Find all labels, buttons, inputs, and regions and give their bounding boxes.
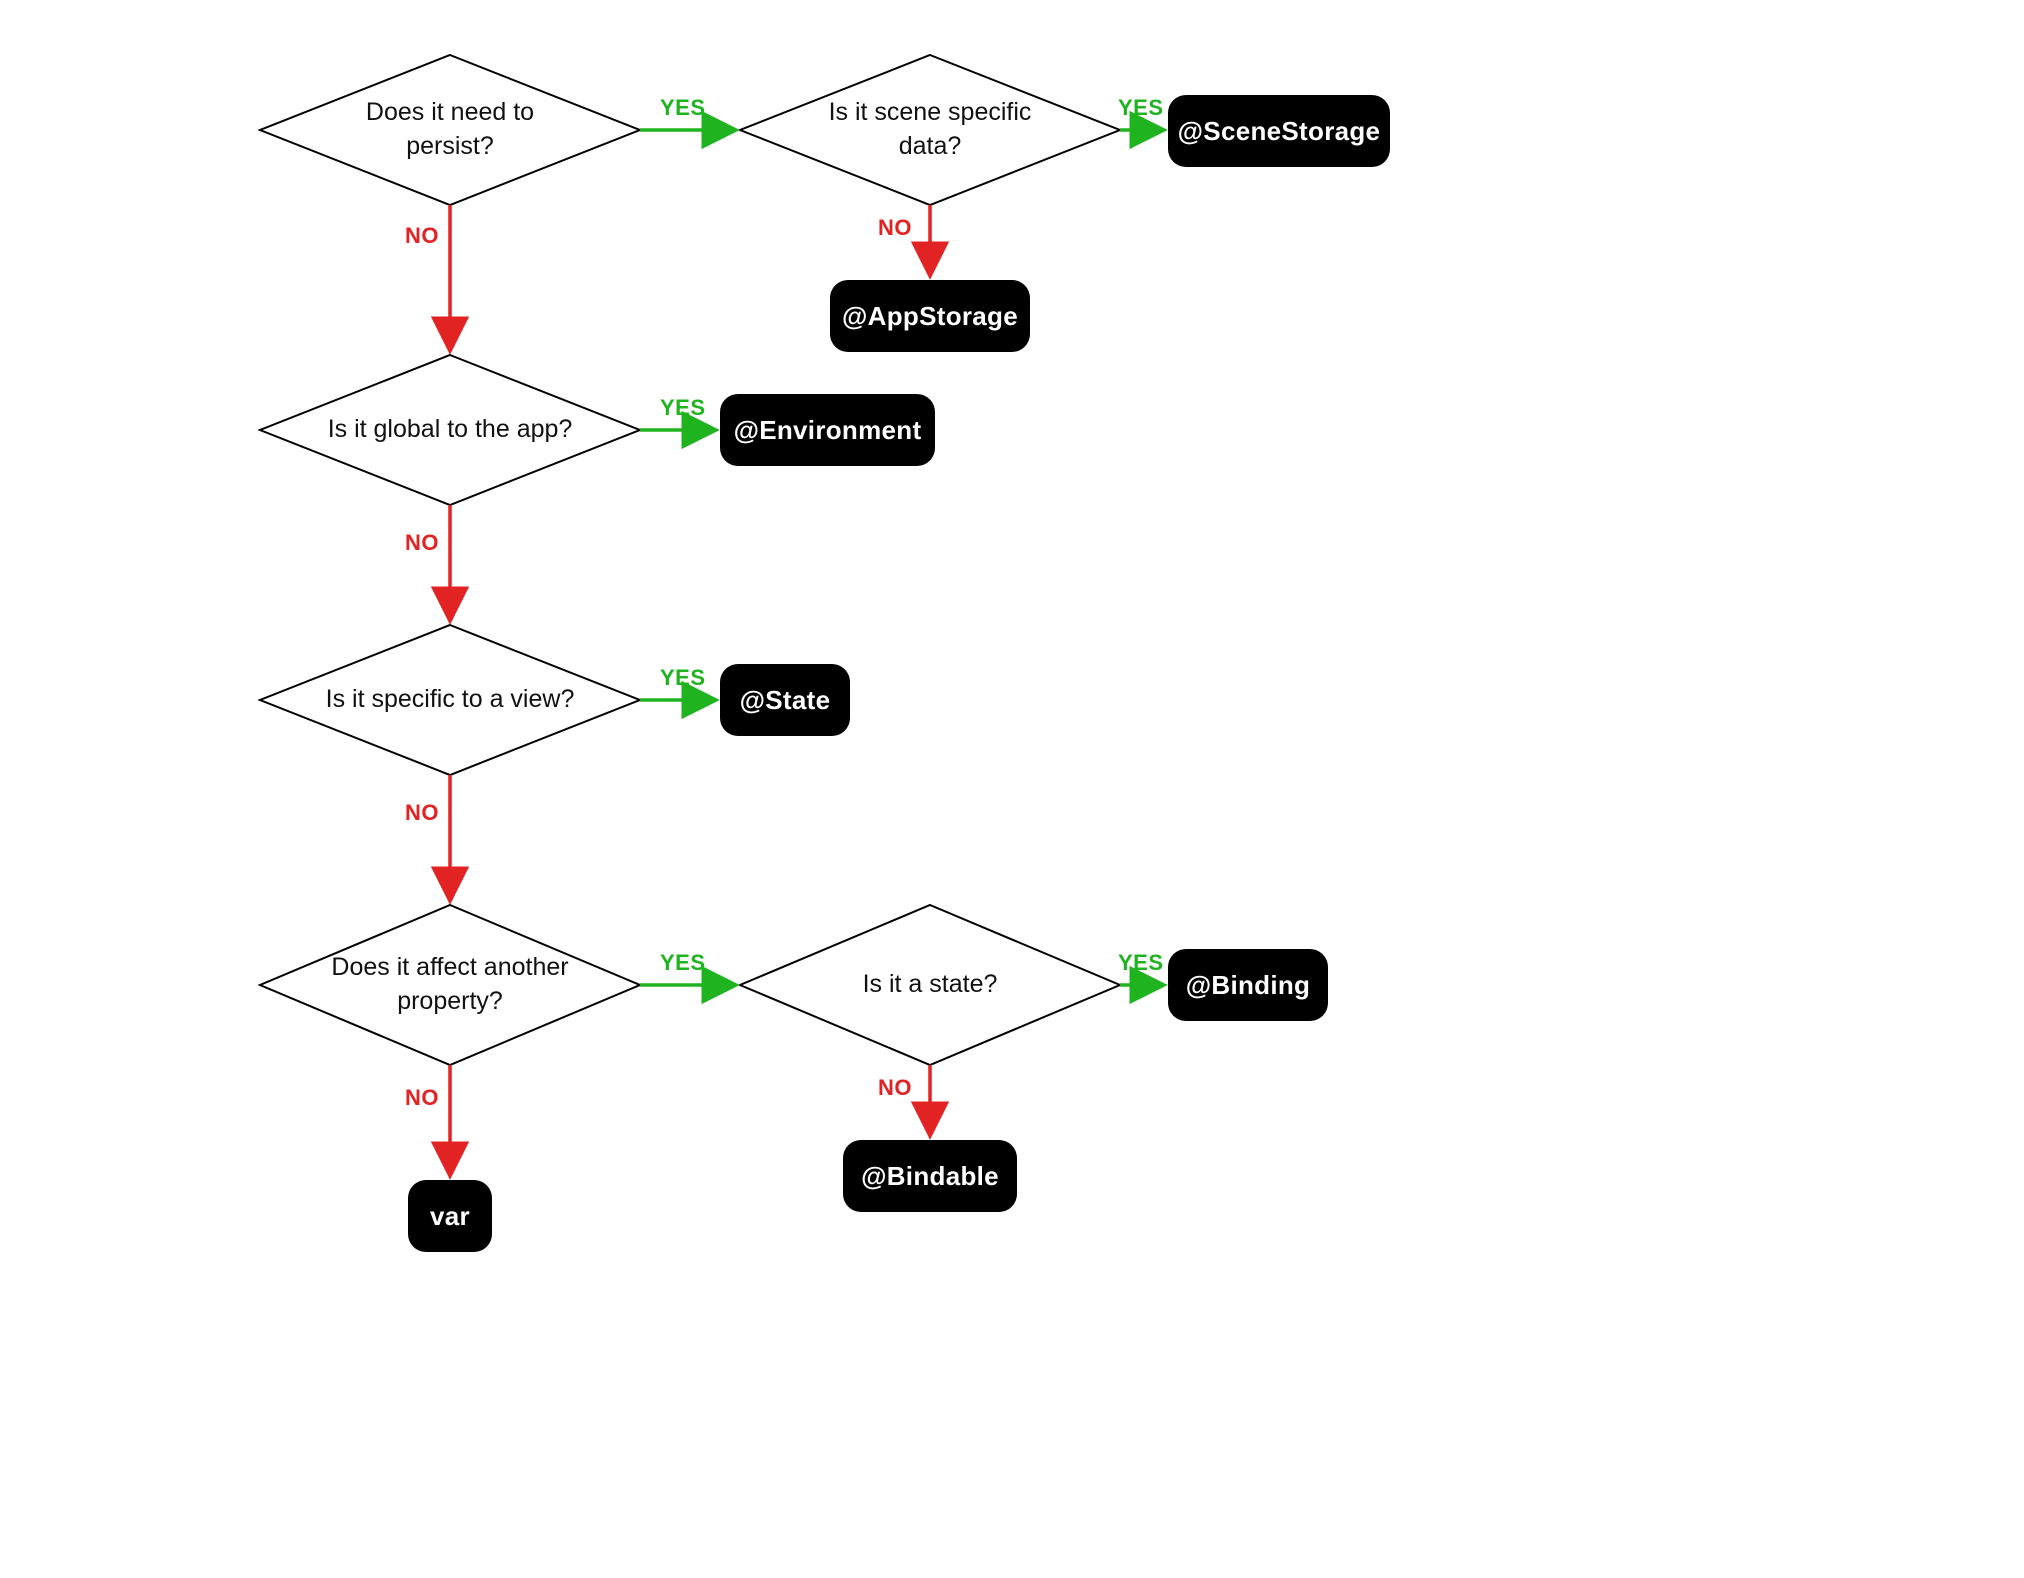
result-state-label: @State [740, 685, 831, 716]
decision-is-state: Is it a state? [740, 905, 1120, 1065]
result-scene-storage: @SceneStorage [1168, 95, 1390, 167]
result-var-label: var [430, 1201, 470, 1232]
edge-persist-no: NO [405, 223, 439, 249]
decision-view-specific: Is it specific to a view? [260, 625, 640, 775]
edge-scene-yes: YES [1118, 95, 1164, 121]
result-environment-label: @Environment [734, 415, 922, 446]
decision-affect-other-label: Does it affect another property? [312, 951, 588, 1019]
edge-affect-yes: YES [660, 950, 706, 976]
result-binding-label: @Binding [1186, 970, 1311, 1001]
edge-state-no: NO [878, 1075, 912, 1101]
edge-state-yes: YES [1118, 950, 1164, 976]
result-environment: @Environment [720, 394, 935, 466]
edge-persist-yes: YES [660, 95, 706, 121]
decision-scene-specific-label: Is it scene specific data? [792, 96, 1068, 164]
edge-view-yes: YES [660, 665, 706, 691]
edge-view-no: NO [405, 800, 439, 826]
edge-scene-no: NO [878, 215, 912, 241]
result-app-storage-label: @AppStorage [842, 301, 1018, 332]
flowchart-canvas: Does it need to persist? Is it scene spe… [0, 0, 2024, 1578]
decision-affect-other: Does it affect another property? [260, 905, 640, 1065]
decision-global: Is it global to the app? [260, 355, 640, 505]
result-bindable: @Bindable [843, 1140, 1017, 1212]
decision-scene-specific: Is it scene specific data? [740, 55, 1120, 205]
decision-global-label: Is it global to the app? [320, 413, 581, 447]
edge-affect-no: NO [405, 1085, 439, 1111]
decision-is-state-label: Is it a state? [855, 968, 1006, 1002]
result-bindable-label: @Bindable [861, 1161, 999, 1192]
edge-global-yes: YES [660, 395, 706, 421]
result-state: @State [720, 664, 850, 736]
edge-global-no: NO [405, 530, 439, 556]
decision-view-specific-label: Is it specific to a view? [318, 683, 583, 717]
result-app-storage: @AppStorage [830, 280, 1030, 352]
flowchart-svg [0, 0, 2024, 1578]
result-var: var [408, 1180, 492, 1252]
result-binding: @Binding [1168, 949, 1328, 1021]
decision-persist-label: Does it need to persist? [312, 96, 588, 164]
result-scene-storage-label: @SceneStorage [1178, 116, 1381, 147]
decision-persist: Does it need to persist? [260, 55, 640, 205]
